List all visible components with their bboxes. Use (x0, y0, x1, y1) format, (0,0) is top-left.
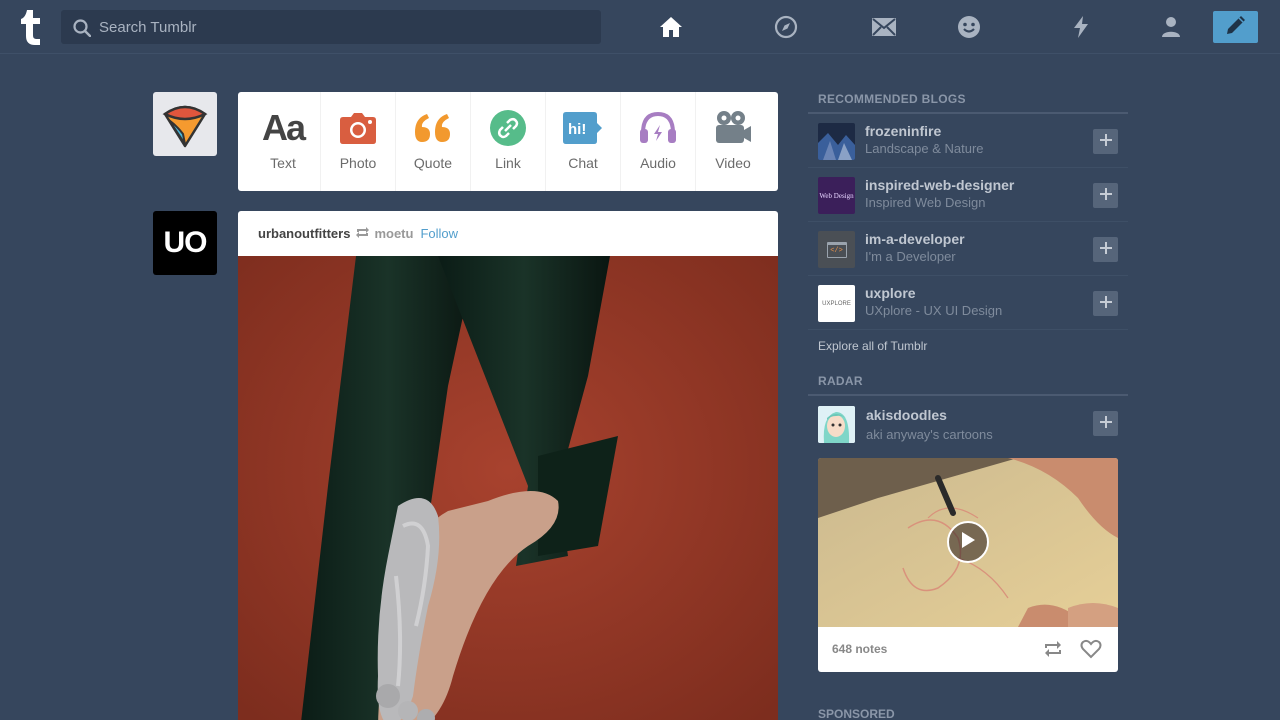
account-icon[interactable] (1158, 14, 1184, 40)
radar-blog-avatar[interactable] (818, 406, 855, 443)
chat-icon: hi! (563, 109, 603, 147)
svg-text:hi!: hi! (568, 121, 586, 138)
follow-blog-button[interactable] (1093, 129, 1118, 154)
blog-avatar-text: </> (830, 246, 843, 255)
notes-count[interactable]: 648 notes (832, 642, 887, 656)
post-type-label: Chat (568, 155, 598, 171)
plus-icon (1099, 415, 1112, 433)
radar-blog-name[interactable]: akisdoodles (866, 407, 947, 423)
blog-description: I'm a Developer (865, 249, 956, 264)
post-type-audio[interactable]: Audio (621, 92, 696, 191)
post-type-label: Video (715, 155, 751, 171)
home-icon[interactable] (658, 14, 684, 40)
video-camera-icon (713, 109, 753, 147)
messaging-icon[interactable] (956, 14, 982, 40)
radar-post-footer: 648 notes (818, 627, 1118, 672)
search-box[interactable] (61, 10, 601, 44)
post-card: urbanoutfitters moetu Follow (238, 211, 778, 720)
post-type-label: Link (495, 155, 521, 171)
post-type-link[interactable]: Link (471, 92, 546, 191)
explore-all-link[interactable]: Explore all of Tumblr (808, 330, 1128, 370)
post-type-label: Text (270, 155, 296, 171)
post-type-quote[interactable]: Quote (396, 92, 471, 191)
play-icon (960, 531, 976, 554)
recommended-blog-item[interactable]: UXPLORE uxplore UXplore - UX UI Design (808, 276, 1128, 330)
compose-icon (1224, 14, 1248, 41)
post-type-label: Photo (339, 155, 377, 171)
follow-blog-button[interactable] (1093, 237, 1118, 262)
headphones-icon (638, 109, 678, 147)
plus-icon (1099, 295, 1112, 313)
blog-description: Landscape & Nature (865, 141, 984, 156)
my-avatar[interactable] (153, 92, 217, 156)
post-type-video[interactable]: Video (696, 92, 770, 191)
plus-icon (1099, 241, 1112, 259)
code-window-icon: </> (826, 241, 847, 258)
radar-title: RADAR (808, 370, 1128, 396)
search-input[interactable] (99, 10, 594, 44)
post-type-selector: Aa Text Photo Quote Link hi! Chat Audio (238, 92, 778, 191)
plus-icon (1099, 133, 1112, 151)
blog-name[interactable]: inspired-web-designer (865, 177, 1014, 193)
blog-avatar[interactable]: Web Design (818, 177, 855, 214)
compose-button[interactable] (1213, 11, 1258, 43)
recommended-blogs-title: RECOMMENDED BLOGS (808, 88, 1128, 114)
recommended-blog-item[interactable]: </> im-a-developer I'm a Developer (808, 222, 1128, 276)
radar-post-card: 648 notes (818, 458, 1118, 672)
radar-blog-header: akisdoodles aki anyway's cartoons (808, 396, 1128, 450)
blog-name[interactable]: uxplore (865, 285, 916, 301)
post-type-label: Quote (413, 155, 453, 171)
follow-link[interactable]: Follow (420, 226, 458, 241)
post-header: urbanoutfitters moetu Follow (238, 211, 778, 256)
recommended-blog-item[interactable]: frozeninfire Landscape & Nature (808, 114, 1128, 168)
play-button[interactable] (947, 521, 989, 563)
blog-avatar[interactable]: </> (818, 231, 855, 268)
post-author-link[interactable]: urbanoutfitters (258, 226, 350, 241)
heart-icon[interactable] (1080, 639, 1102, 664)
sidebar: RECOMMENDED BLOGS frozeninfire Landscape… (808, 88, 1128, 720)
recommended-blog-item[interactable]: Web Design inspired-web-designer Inspire… (808, 168, 1128, 222)
activity-icon[interactable] (1068, 14, 1094, 40)
link-icon (488, 109, 528, 147)
blog-avatar[interactable] (818, 123, 855, 160)
sponsored-title: SPONSORED (818, 707, 895, 720)
post-type-label: Audio (640, 155, 676, 171)
post-source-link[interactable]: moetu (374, 226, 413, 241)
post-type-text[interactable]: Aa Text (246, 92, 321, 191)
post-author-avatar[interactable]: UO (153, 211, 217, 275)
blog-avatar-text: Web Design (819, 191, 854, 200)
follow-blog-button[interactable] (1093, 411, 1118, 436)
reblog-icon (355, 226, 370, 242)
explore-icon[interactable] (773, 14, 799, 40)
reblog-icon[interactable] (1042, 639, 1064, 664)
post-type-chat[interactable]: hi! Chat (546, 92, 621, 191)
plus-icon (1099, 187, 1112, 205)
blog-name[interactable]: frozeninfire (865, 123, 941, 139)
avatar-text: UO (163, 226, 208, 259)
follow-blog-button[interactable] (1093, 291, 1118, 316)
blog-description: Inspired Web Design (865, 195, 986, 210)
camera-icon (338, 109, 378, 147)
tumblr-logo-icon[interactable] (18, 8, 46, 46)
inbox-icon[interactable] (871, 14, 897, 40)
post-type-photo[interactable]: Photo (321, 92, 396, 191)
search-icon (73, 19, 92, 42)
text-icon: Aa (261, 107, 306, 148)
post-photo[interactable] (238, 256, 778, 720)
blog-description: UXplore - UX UI Design (865, 303, 1003, 318)
radar-blog-description: aki anyway's cartoons (866, 427, 993, 442)
radar-video[interactable] (818, 458, 1118, 627)
follow-blog-button[interactable] (1093, 183, 1118, 208)
blog-avatar-text: UXPLORE (822, 300, 851, 307)
blog-avatar[interactable]: UXPLORE (818, 285, 855, 322)
quote-icon (413, 109, 453, 147)
blog-name[interactable]: im-a-developer (865, 231, 965, 247)
top-navigation (0, 0, 1280, 54)
